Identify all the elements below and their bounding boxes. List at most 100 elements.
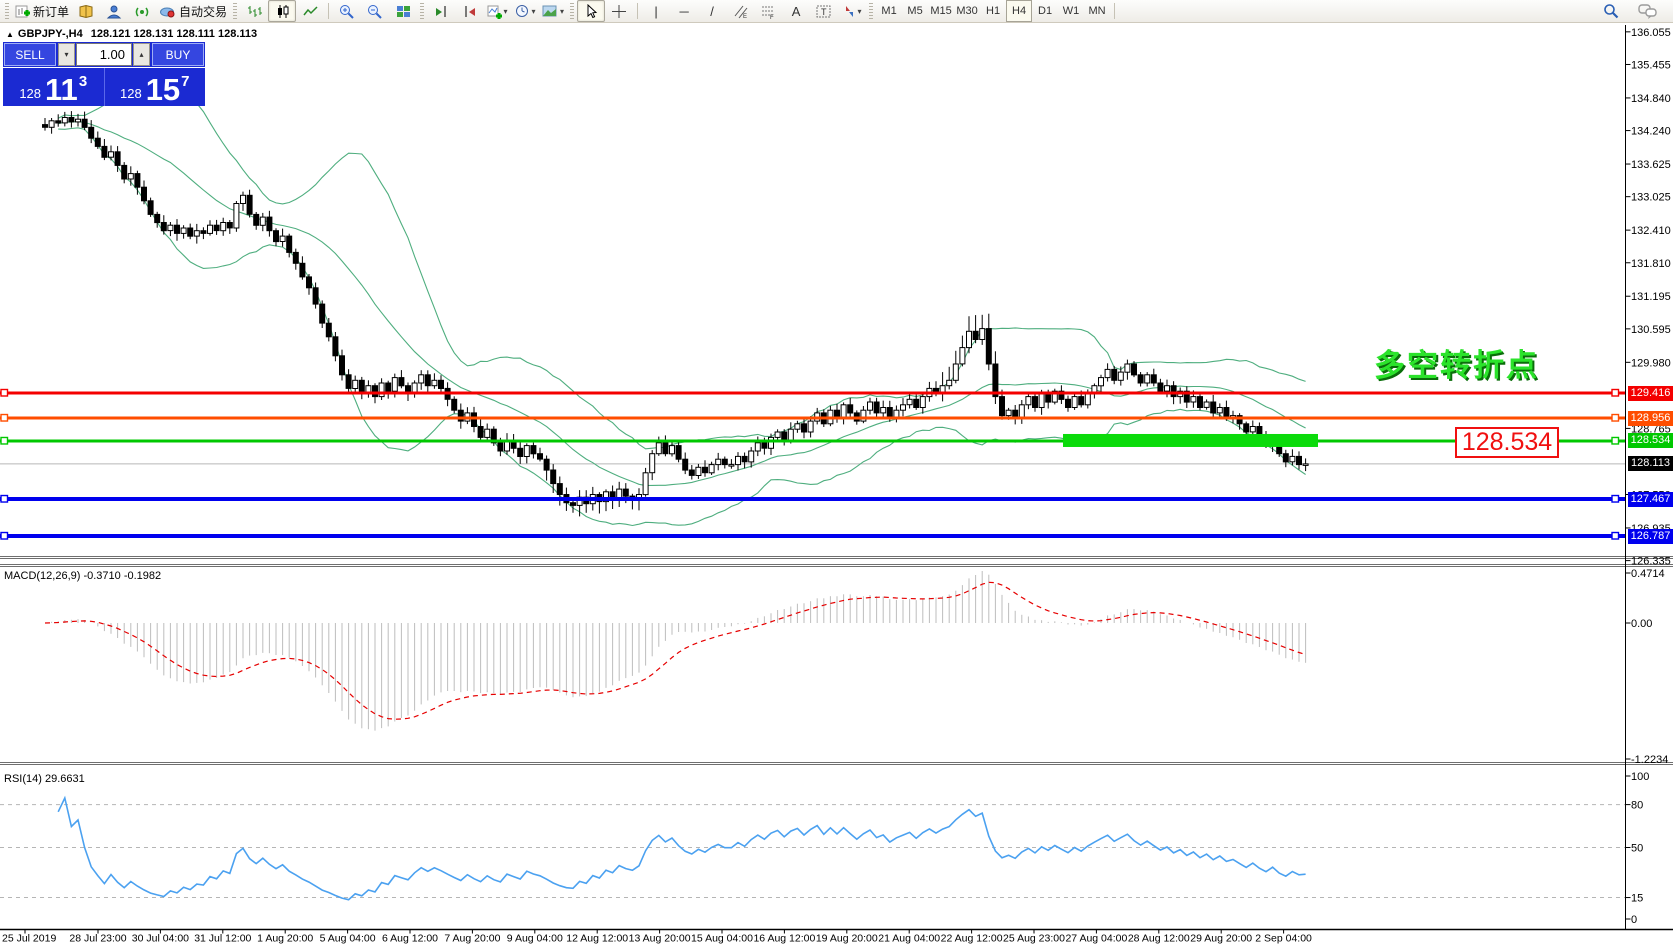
candle [76, 119, 81, 122]
templates-button[interactable]: ▾ [539, 0, 567, 22]
signal-icon [134, 4, 150, 19]
price-tick-label: 130.595 [1631, 324, 1671, 336]
text-button[interactable]: A [782, 0, 810, 22]
timeframe-m30-button[interactable]: M30 [954, 0, 980, 22]
cursor-button[interactable] [577, 0, 605, 22]
candle [676, 446, 681, 460]
line-handle[interactable] [1612, 415, 1619, 422]
rsi-line [58, 798, 1305, 900]
candle [716, 459, 721, 464]
auto-trading-button[interactable]: 自动交易 [156, 0, 230, 22]
candle [1033, 397, 1038, 408]
candle [56, 121, 61, 123]
candle [769, 437, 774, 448]
history-center-button[interactable] [72, 0, 100, 22]
line-handle[interactable] [1612, 390, 1619, 397]
fibonacci-button[interactable]: F [754, 0, 782, 22]
line-handle[interactable] [1612, 533, 1619, 540]
rsi-axis-label: 100 [1631, 771, 1649, 783]
line-handle[interactable] [1, 533, 8, 540]
support-zone-bar[interactable] [1063, 434, 1318, 447]
timeframe-m1-button[interactable]: M1 [876, 0, 902, 22]
timeframe-mn-button[interactable]: MN [1084, 0, 1110, 22]
candle [703, 467, 708, 472]
candle [432, 380, 437, 385]
arrows-button[interactable]: ▾ [838, 0, 866, 22]
tile-windows-button[interactable] [389, 0, 417, 22]
price-chart-canvas[interactable]: 136.055135.455134.840134.240133.625133.0… [0, 0, 1673, 946]
clock-icon [515, 4, 530, 19]
auto-scroll-button[interactable] [455, 0, 483, 22]
chart-area[interactable]: 136.055135.455134.840134.240133.625133.0… [0, 0, 1673, 946]
candle [788, 429, 793, 440]
line-handle[interactable] [1, 496, 8, 503]
toolbar-separator [328, 3, 329, 19]
price-callout-box[interactable]: 128.534 [1455, 427, 1559, 458]
periods-button[interactable]: ▾ [511, 0, 539, 22]
macd-signal-line [45, 582, 1306, 719]
timeframe-m5-button[interactable]: M5 [902, 0, 928, 22]
volume-increase-button[interactable]: ▴ [133, 43, 150, 66]
zoom-out-button[interactable] [361, 0, 389, 22]
time-tick-label: 16 Aug 12:00 [753, 933, 815, 945]
channel-button[interactable]: E [726, 0, 754, 22]
sell-price[interactable]: 128113 [3, 68, 104, 106]
indicators-button[interactable]: ▾ [483, 0, 511, 22]
candle [920, 397, 925, 408]
sell-button[interactable]: SELL [4, 43, 56, 66]
horizontal-line-button[interactable]: ─ [670, 0, 698, 22]
candle [1145, 375, 1150, 383]
macd-axis-label: -1.2234 [1631, 754, 1668, 766]
volume-input[interactable]: 1.00 [76, 43, 132, 66]
axis-price-label-128.113: 128.113 [1628, 456, 1673, 471]
timeframe-h4-button[interactable]: H4 [1006, 0, 1032, 22]
vertical-line-button[interactable]: | [642, 0, 670, 22]
crosshair-button[interactable] [605, 0, 633, 22]
line-handle[interactable] [1612, 437, 1619, 444]
line-handle[interactable] [1, 437, 8, 444]
chevron-down-icon: ▾ [64, 50, 68, 59]
line-chart-button[interactable] [296, 0, 324, 22]
buy-price[interactable]: 128157 [105, 68, 206, 106]
candle [868, 402, 873, 410]
search-button[interactable] [1597, 0, 1625, 22]
chart-shift-button[interactable] [427, 0, 455, 22]
text-label-button[interactable]: T [810, 0, 838, 22]
buy-price-prefix: 128 [120, 87, 142, 100]
volume-decrease-button[interactable]: ▾ [58, 43, 75, 66]
trendline-button[interactable]: / [698, 0, 726, 22]
dropdown-caret-icon: ▾ [560, 7, 564, 16]
new-order-button[interactable]: 新订单 [12, 0, 72, 22]
candle [1039, 394, 1044, 408]
signals-button[interactable] [128, 0, 156, 22]
candle [518, 448, 523, 456]
candle [49, 121, 54, 128]
dropdown-caret-icon: ▾ [858, 7, 862, 16]
candle [1171, 386, 1176, 397]
timeframe-d1-button[interactable]: D1 [1032, 0, 1058, 22]
chat-button[interactable] [1633, 0, 1661, 22]
timeframe-h1-button[interactable]: H1 [980, 0, 1006, 22]
zoom-in-button[interactable] [333, 0, 361, 22]
turning-point-annotation[interactable]: 多空转折点 [1374, 340, 1539, 385]
buy-button[interactable]: BUY [152, 43, 204, 66]
line-handle[interactable] [1, 390, 8, 397]
profile-button[interactable] [100, 0, 128, 22]
line-handle[interactable] [1612, 496, 1619, 503]
candle [663, 443, 668, 454]
collapse-icon[interactable]: ▲ [6, 30, 14, 39]
candle-chart-button[interactable] [268, 0, 296, 22]
candle [762, 443, 767, 448]
candle [524, 446, 529, 457]
candle [1112, 369, 1117, 380]
time-tick-label: 30 Jul 04:00 [132, 933, 189, 945]
candle [643, 473, 648, 495]
bar-chart-button[interactable] [240, 0, 268, 22]
timeframe-m15-button[interactable]: M15 [928, 0, 954, 22]
candle [1105, 369, 1110, 377]
timeframe-w1-button[interactable]: W1 [1058, 0, 1084, 22]
candle [1250, 427, 1255, 432]
candle [670, 446, 675, 454]
line-handle[interactable] [1, 415, 8, 422]
time-tick-label: 27 Aug 04:00 [1065, 933, 1127, 945]
